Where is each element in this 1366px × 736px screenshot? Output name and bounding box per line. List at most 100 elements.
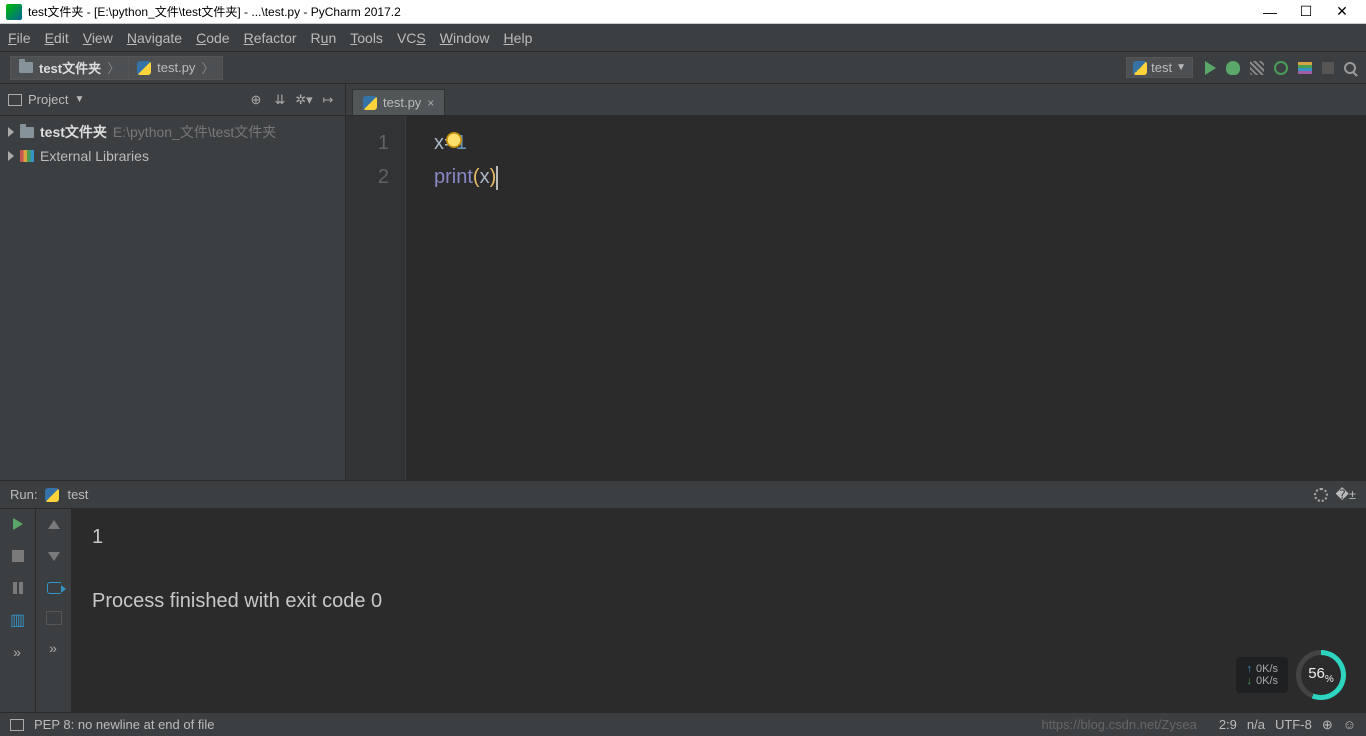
code-content[interactable]: x=1 print(x) [406, 116, 1366, 480]
run-toolbar-left: ▥ » [0, 509, 36, 712]
menu-file[interactable]: FFileile [8, 30, 31, 46]
breadcrumb-root[interactable]: test文件夹 〉 [10, 56, 129, 80]
line-number: 1 [346, 126, 389, 160]
breadcrumb-root-label: test文件夹 [39, 58, 101, 77]
python-icon [45, 488, 59, 502]
code-line[interactable]: print(x) [434, 160, 1366, 194]
usage-pct: 56 [1308, 665, 1325, 682]
menu-tools[interactable]: Tools [350, 30, 383, 46]
soft-wrap-button[interactable] [45, 579, 63, 597]
line-number: 2 [346, 160, 389, 194]
menu-view[interactable]: View [83, 30, 113, 46]
project-header: Project ▼ ⊕ ⇊ ✲▾ ↦ [0, 84, 345, 116]
console-line: 1 [92, 521, 1346, 553]
caret [496, 166, 498, 190]
console-line [92, 553, 1346, 585]
network-widget: ↑0K/s ↓0K/s 56% [1236, 650, 1346, 700]
window-titlebar: test文件夹 - [E:\python_文件\test文件夹] - ...\t… [0, 0, 1366, 24]
hide-icon[interactable]: ↦ [319, 91, 337, 109]
python-file-icon [137, 61, 151, 75]
project-title[interactable]: Project [28, 92, 68, 107]
net-down: 0K/s [1256, 675, 1278, 687]
menu-help[interactable]: Help [504, 30, 533, 46]
menu-navigate[interactable]: Navigate [127, 30, 182, 46]
editor-tab[interactable]: test.py × [352, 89, 445, 115]
usage-ring: 56% [1296, 650, 1346, 700]
project-tree[interactable]: test文件夹 E:\python_文件\test文件夹 External Li… [0, 116, 345, 480]
folder-icon [19, 62, 33, 73]
line-separator[interactable]: n/a [1247, 717, 1265, 732]
tree-project-root[interactable]: test文件夹 E:\python_文件\test文件夹 [0, 120, 345, 144]
expand-icon[interactable] [8, 151, 14, 161]
up-button[interactable] [45, 515, 63, 533]
editor-area: test.py × 1 2 x=1 print(x) [346, 84, 1366, 480]
status-message: PEP 8: no newline at end of file [34, 717, 214, 732]
menu-edit[interactable]: Edit [45, 30, 69, 46]
external-libs-label: External Libraries [40, 148, 149, 164]
search-everywhere-icon[interactable] [1344, 62, 1356, 74]
menu-run[interactable]: Run [311, 30, 337, 46]
window-title: test文件夹 - [E:\python_文件\test文件夹] - ...\t… [28, 3, 401, 20]
code-editor[interactable]: 1 2 x=1 print(x) [346, 116, 1366, 480]
debug-button[interactable] [1226, 61, 1240, 75]
concurrency-button[interactable] [1298, 62, 1312, 74]
python-icon [1133, 61, 1147, 75]
tree-external-libs[interactable]: External Libraries [0, 144, 345, 168]
usage-pct-suffix: % [1325, 674, 1334, 685]
net-up: 0K/s [1256, 663, 1278, 675]
profile-button[interactable] [1274, 61, 1288, 75]
app-icon [6, 4, 22, 20]
down-button[interactable] [45, 547, 63, 565]
file-encoding[interactable]: UTF-8 [1275, 717, 1312, 732]
collapse-all-icon[interactable]: ⇊ [271, 91, 289, 109]
close-tab-icon[interactable]: × [427, 96, 434, 110]
maximize-button[interactable]: ☐ [1288, 0, 1324, 23]
minimize-button[interactable]: — [1252, 0, 1288, 23]
intention-bulb-icon[interactable] [446, 132, 462, 148]
menu-code[interactable]: Code [196, 30, 229, 46]
gear-icon[interactable]: ✲▾ [295, 91, 313, 109]
stop-button[interactable] [9, 547, 27, 565]
hide-icon[interactable]: �± [1336, 487, 1356, 503]
tool-window-icon[interactable] [10, 719, 24, 731]
inspection-icon[interactable]: ☺ [1343, 717, 1356, 732]
scroll-from-source-icon[interactable]: ⊕ [247, 91, 265, 109]
run-header: Run: test �± [0, 481, 1366, 509]
lock-icon[interactable]: ⊕ [1322, 717, 1333, 733]
caret-position[interactable]: 2:9 [1219, 717, 1237, 732]
menu-refactor[interactable]: Refactor [244, 30, 297, 46]
menubar: FFileile Edit View Navigate Code Refacto… [0, 24, 1366, 52]
menu-vcs[interactable]: VCS [397, 30, 426, 46]
project-view-icon [8, 94, 22, 106]
coverage-button[interactable] [1250, 61, 1264, 75]
editor-tab-label: test.py [383, 95, 421, 110]
project-path: E:\python_文件\test文件夹 [113, 122, 276, 142]
main-area: Project ▼ ⊕ ⇊ ✲▾ ↦ test文件夹 E:\python_文件\… [0, 84, 1366, 480]
chevron-down-icon[interactable]: ▼ [74, 94, 84, 105]
chevron-down-icon: ▼ [1176, 62, 1186, 73]
library-icon [20, 150, 34, 162]
expand-icon[interactable] [8, 127, 14, 137]
project-tool-window: Project ▼ ⊕ ⇊ ✲▾ ↦ test文件夹 E:\python_文件\… [0, 84, 346, 480]
pause-button[interactable] [9, 579, 27, 597]
run-config-selector[interactable]: test ▼ [1126, 57, 1193, 78]
rerun-button[interactable] [9, 515, 27, 533]
close-button[interactable]: ✕ [1324, 0, 1360, 23]
status-bar: PEP 8: no newline at end of file https:/… [0, 712, 1366, 736]
navigation-bar: test文件夹 〉 test.py 〉 test ▼ [0, 52, 1366, 84]
menu-window[interactable]: Window [440, 30, 490, 46]
breadcrumb-file[interactable]: test.py 〉 [128, 56, 223, 80]
run-config-label: test [1151, 60, 1172, 75]
run-toolbar-nav: » [36, 509, 72, 712]
scroll-to-end-button[interactable] [46, 611, 62, 625]
console-output[interactable]: 1 Process finished with exit code 0 ↑0K/… [72, 509, 1366, 712]
gear-icon[interactable] [1314, 488, 1328, 502]
more-button[interactable]: » [45, 639, 63, 657]
code-line[interactable]: x=1 [434, 126, 1366, 160]
editor-tabs: test.py × [346, 84, 1366, 116]
stop-button[interactable] [1322, 62, 1334, 74]
run-button[interactable] [1205, 61, 1216, 75]
console-exit-line: Process finished with exit code 0 [92, 585, 1346, 617]
more-button[interactable]: » [9, 643, 27, 661]
layout-button[interactable]: ▥ [9, 611, 27, 629]
